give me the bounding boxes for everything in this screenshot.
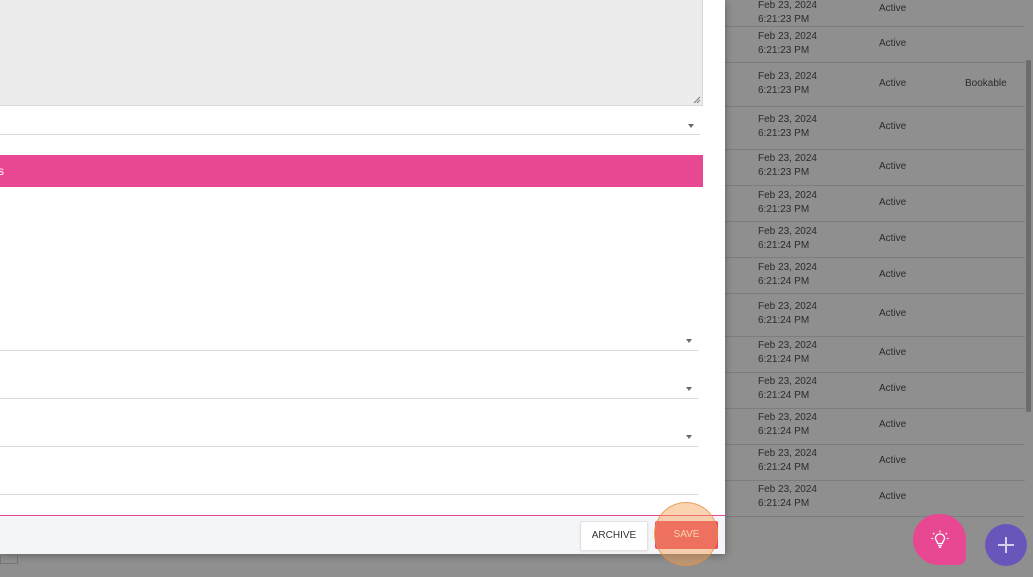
row-date: Feb 23, 2024 6:21:23 PM — [758, 114, 817, 139]
row-date: Feb 23, 2024 6:21:23 PM — [758, 71, 817, 96]
row-date: Feb 23, 2024 6:21:24 PM — [758, 412, 817, 437]
row-status: Active — [879, 38, 907, 49]
chevron-down-icon — [686, 339, 692, 343]
row-status: Active — [879, 269, 907, 280]
input-field[interactable] — [0, 447, 698, 495]
table-row: Feb 23, 2024 6:21:23 PM Active — [725, 107, 1025, 150]
row-date: Feb 23, 2024 6:21:24 PM — [758, 376, 817, 401]
row-status: Active — [879, 197, 907, 208]
table-row: Feb 23, 2024 6:21:24 PM Active — [725, 373, 1025, 409]
row-date: Feb 23, 2024 6:21:23 PM — [758, 153, 817, 178]
table-row: Feb 23, 2024 6:21:24 PM Active — [725, 222, 1025, 258]
row-status: Active — [879, 233, 907, 244]
row-date: Feb 23, 2024 6:21:24 PM — [758, 262, 817, 287]
row-status: Active — [879, 455, 907, 466]
table-row: Feb 23, 2024 6:21:24 PM Active — [725, 481, 1025, 517]
description-textarea[interactable] — [0, 0, 703, 106]
row-date: Feb 23, 2024 6:21:24 PM — [758, 448, 817, 473]
chevron-down-icon — [686, 387, 692, 391]
dropdown-field[interactable] — [0, 106, 700, 135]
row-date: Feb 23, 2024 6:21:24 PM — [758, 226, 817, 251]
dropdown-field[interactable] — [0, 399, 698, 447]
resize-handle-icon[interactable] — [693, 96, 701, 104]
row-date: Feb 23, 2024 6:21:23 PM — [758, 190, 817, 215]
table-row: Feb 23, 2024 6:21:24 PM Active — [725, 258, 1025, 294]
row-date: Feb 23, 2024 6:21:24 PM — [758, 301, 817, 326]
row-status: Active — [879, 347, 907, 358]
table-row: Feb 23, 2024 6:21:24 PM Active — [725, 409, 1025, 445]
row-status: Active — [879, 308, 907, 319]
row-date: Feb 23, 2024 6:21:24 PM — [758, 340, 817, 365]
row-date: Feb 23, 2024 6:21:23 PM — [758, 0, 817, 25]
table-scrollbar[interactable] — [1026, 60, 1031, 412]
row-date: Feb 23, 2024 6:21:24 PM — [758, 484, 817, 509]
add-button[interactable] — [985, 524, 1027, 566]
row-status: Active — [879, 161, 907, 172]
table-row: Feb 23, 2024 6:21:23 PM Active — [725, 150, 1025, 186]
chevron-down-icon — [686, 435, 692, 439]
dropdown-field[interactable] — [0, 320, 698, 351]
row-bookable: Bookable — [965, 78, 1007, 89]
archive-button[interactable]: ARCHIVE — [580, 521, 648, 551]
idea-button[interactable] — [913, 514, 966, 565]
row-status: Active — [879, 419, 907, 430]
section-header: s — [0, 155, 703, 187]
row-status: Active — [879, 121, 907, 132]
table-row: Feb 23, 2024 6:21:24 PM Active — [725, 337, 1025, 373]
dropdown-field[interactable] — [0, 351, 698, 399]
table-row: Feb 23, 2024 6:21:23 PM Active — [725, 27, 1025, 63]
save-button[interactable]: SAVE — [655, 521, 718, 549]
row-status: Active — [879, 383, 907, 394]
row-date: Feb 23, 2024 6:21:23 PM — [758, 31, 817, 56]
background-panel-edge — [0, 555, 18, 564]
table-row: Feb 23, 2024 6:21:24 PM Active — [725, 294, 1025, 337]
row-status: Active — [879, 491, 907, 502]
table-row: Feb 23, 2024 6:21:24 PM Active — [725, 445, 1025, 481]
row-status: Active — [879, 78, 907, 89]
lightbulb-icon — [931, 530, 948, 548]
row-status: Active — [879, 3, 907, 14]
modal-footer: ARCHIVE SAVE — [0, 515, 725, 554]
chevron-down-icon — [688, 124, 694, 128]
table-row: Feb 23, 2024 6:21:23 PM Active — [725, 186, 1025, 222]
section-header-label: s — [0, 164, 4, 178]
table-row: Feb 23, 2024 6:21:23 PM Active Bookable — [725, 63, 1025, 107]
plus-icon — [998, 537, 1014, 553]
table-row: Feb 23, 2024 6:21:23 PM Active — [725, 0, 1025, 27]
edit-modal: s ARCHIVE SAVE — [0, 0, 725, 554]
